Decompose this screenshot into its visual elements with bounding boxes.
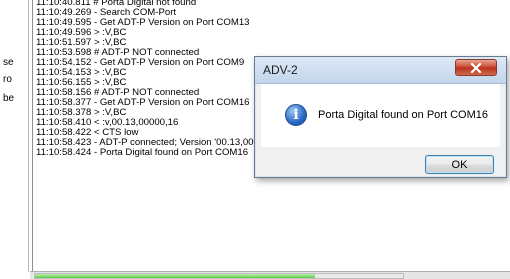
log-border: [32, 0, 33, 272]
progress-fill: [35, 274, 315, 278]
left-fragment-3: be: [3, 93, 15, 104]
dialog-titlebar[interactable]: ADV-2: [255, 57, 506, 84]
ok-button[interactable]: OK: [425, 155, 494, 174]
dialog-message: Porta Digital found on Port COM16: [318, 109, 488, 121]
left-fragment-1: se: [3, 57, 14, 68]
info-icon: i: [285, 104, 307, 126]
divider: [28, 0, 29, 272]
progress-bar: [34, 273, 404, 279]
background-window-strip: se ro be: [0, 0, 30, 279]
message-dialog: ADV-2 i Porta Digital found on Port COM1…: [254, 56, 507, 178]
close-icon: [470, 62, 482, 73]
log-line: 11:10:58.424 - Porta Digital found on Po…: [36, 147, 249, 158]
dialog-title: ADV-2: [263, 63, 298, 77]
left-fragment-2: ro: [3, 74, 12, 85]
app-window: se ro be 11:10:40.811 # Porta Digital no…: [0, 0, 510, 279]
close-button[interactable]: [455, 59, 497, 76]
